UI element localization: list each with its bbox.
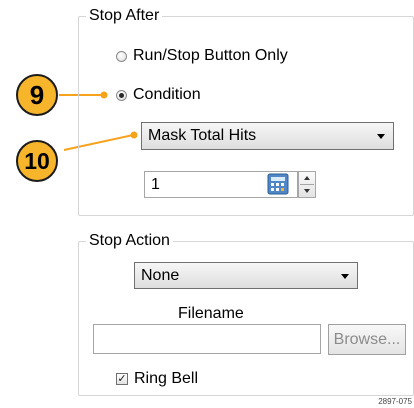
radio-button[interactable] [116, 50, 127, 62]
stop-action-dropdown[interactable]: None [134, 262, 358, 289]
calculator-button[interactable] [266, 173, 292, 196]
radio-label: Condition [133, 86, 201, 103]
radio-label: Run/Stop Button Only [133, 47, 288, 64]
callout-9: 9 [16, 74, 58, 116]
calculator-icon [267, 173, 289, 195]
filename-input[interactable] [93, 324, 321, 354]
browse-button[interactable]: Browse... [328, 324, 406, 355]
count-spinner[interactable] [298, 171, 316, 198]
chevron-down-icon [377, 134, 385, 139]
chevron-down-icon [341, 273, 349, 279]
stop-action-dropdown-value: None [141, 266, 180, 284]
condition-dropdown-value: Mask Total Hits [148, 127, 257, 144]
checkbox[interactable]: ✓ [116, 373, 128, 385]
condition-radio[interactable]: Condition [116, 86, 201, 104]
stop-after-legend: Stop After [86, 7, 163, 25]
figure-id: 2897-075 [378, 397, 412, 406]
radio-button[interactable] [116, 89, 127, 101]
run-stop-button-only-radio[interactable]: Run/Stop Button Only [116, 47, 288, 65]
callout-10: 10 [16, 140, 58, 182]
condition-dropdown[interactable]: Mask Total Hits [141, 122, 394, 150]
filename-label: Filename [178, 305, 244, 322]
ring-bell-checkbox[interactable]: ✓ Ring Bell [116, 370, 198, 388]
spinner-arrows-icon [300, 176, 314, 193]
stop-action-legend: Stop Action [86, 232, 173, 250]
count-input-value: 1 [151, 175, 160, 193]
ring-bell-label: Ring Bell [134, 370, 199, 387]
